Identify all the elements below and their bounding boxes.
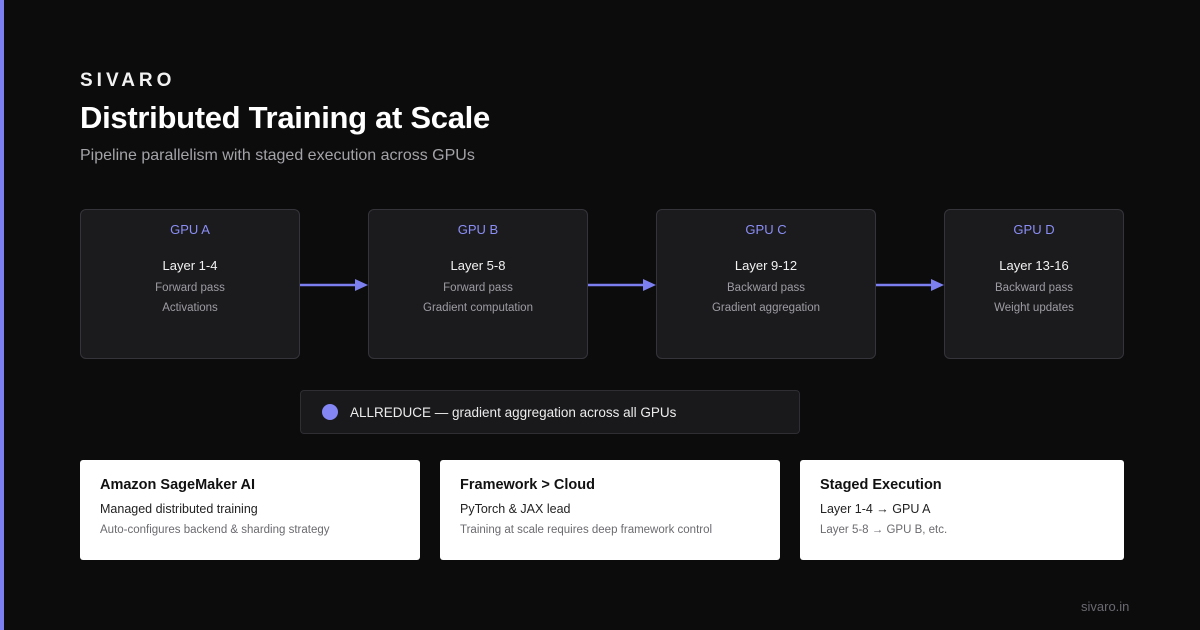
gpu-stage: Forward pass [155,282,225,294]
footer-domain: sivaro.in [1081,599,1130,614]
gpu-layers: Layer 5-8 [450,258,506,273]
gpu-name: GPU C [745,222,787,237]
allreduce-banner: ALLREDUCE — gradient aggregation across … [300,390,800,434]
gpu-name: GPU A [170,222,210,237]
gpu-box-c: GPU C Layer 9-12 Backward pass Gradient … [656,209,876,359]
card-title: Staged Execution [820,477,942,493]
arrow-right-icon [876,279,944,291]
gpu-stage: Backward pass [727,282,805,294]
gpu-detail: Weight updates [994,302,1074,314]
gpu-detail: Activations [162,302,218,314]
gpu-detail: Gradient computation [423,302,533,314]
gpu-name: GPU D [1013,222,1055,237]
info-card-sagemaker: Amazon SageMaker AI Managed distributed … [80,460,420,560]
card-subtitle: PyTorch & JAX lead [460,502,571,516]
gpu-box-b: GPU B Layer 5-8 Forward pass Gradient co… [368,209,588,359]
gpu-layers: Layer 13-16 [999,258,1069,273]
gpu-stage: Forward pass [443,282,513,294]
page-subtitle: Pipeline parallelism with staged executi… [80,147,475,164]
gpu-detail: Gradient aggregation [711,302,821,314]
dot-icon [322,404,338,420]
gpu-box-a: GPU A Layer 1-4 Forward pass Activations [80,209,300,359]
arrow-right-icon [588,279,656,291]
card-note: Training at scale requires deep framewor… [460,524,713,536]
card-subtitle: Layer 1-4 → GPU A [820,502,931,516]
page-title: Distributed Training at Scale [80,100,490,135]
gpu-name: GPU B [457,222,499,237]
gpu-box-d: GPU D Layer 13-16 Backward pass Weight u… [944,209,1124,359]
allreduce-label: ALLREDUCE — gradient aggregation across … [350,405,677,420]
gpu-layers: Layer 1-4 [162,258,218,273]
card-note: Layer 5-8 → GPU B, etc. [820,524,948,536]
accent-bar [0,0,4,630]
card-title: Amazon SageMaker AI [100,477,255,493]
info-card-framework: Framework > Cloud PyTorch & JAX lead Tra… [440,460,780,560]
card-title: Framework > Cloud [460,477,595,493]
arrow-right-icon [300,279,368,291]
brand-logo: SIVARO [80,70,176,91]
card-note: Auto-configures backend & sharding strat… [100,524,330,536]
info-card-staged: Staged Execution Layer 1-4 → GPU A Layer… [800,460,1124,560]
gpu-layers: Layer 9-12 [734,258,798,273]
gpu-stage: Backward pass [995,282,1073,294]
card-subtitle: Managed distributed training [100,502,258,516]
